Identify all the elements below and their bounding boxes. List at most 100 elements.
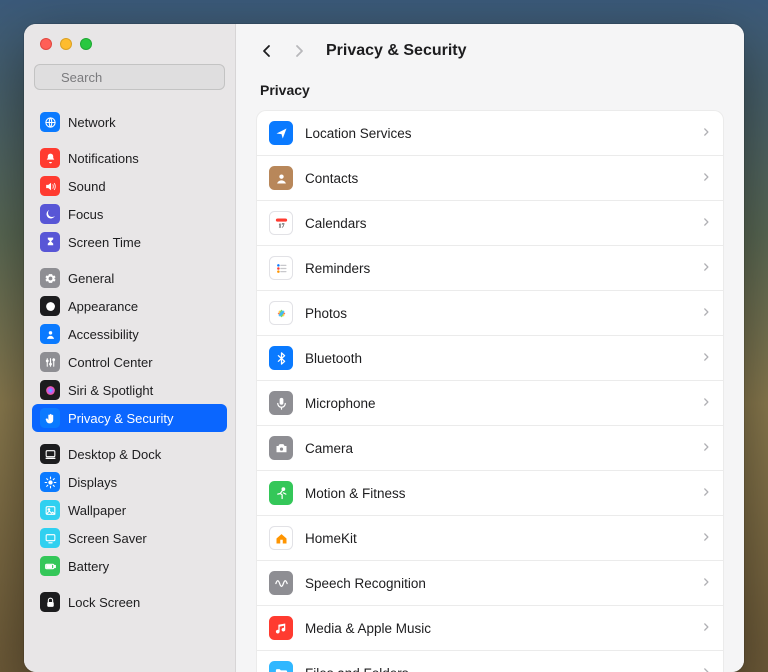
chevron-right-icon [701, 304, 711, 322]
reminders-icon [269, 256, 293, 280]
music-icon [269, 616, 293, 640]
home-icon [269, 526, 293, 550]
sidebar-item-control-center[interactable]: Control Center [32, 348, 227, 376]
sidebar-item-label: Focus [68, 207, 103, 222]
appearance-icon [40, 296, 60, 316]
privacy-row-location-services[interactable]: Location Services [257, 111, 723, 156]
sidebar-item-label: Desktop & Dock [68, 447, 161, 462]
lock-icon [40, 592, 60, 612]
contact-icon [269, 166, 293, 190]
row-label: Contacts [305, 171, 689, 186]
sidebar-item-appearance[interactable]: Appearance [32, 292, 227, 320]
siri-icon [40, 380, 60, 400]
chevron-right-icon [701, 349, 711, 367]
sidebar-item-focus[interactable]: Focus [32, 200, 227, 228]
sidebar-item-general[interactable]: General [32, 264, 227, 292]
sidebar-item-label: Sound [68, 179, 106, 194]
privacy-row-microphone[interactable]: Microphone [257, 381, 723, 426]
sidebar-item-siri[interactable]: Siri & Spotlight [32, 376, 227, 404]
sun-icon [40, 472, 60, 492]
row-label: Bluetooth [305, 351, 689, 366]
sidebar-item-sound[interactable]: Sound [32, 172, 227, 200]
chevron-right-icon [701, 664, 711, 672]
sidebar-item-label: Screen Time [68, 235, 141, 250]
sidebar-item-label: Accessibility [68, 327, 139, 342]
sidebar-item-label: Notifications [68, 151, 139, 166]
bell-icon [40, 148, 60, 168]
row-label: Photos [305, 306, 689, 321]
row-label: Speech Recognition [305, 576, 689, 591]
chevron-right-icon [701, 439, 711, 457]
battery-icon [40, 556, 60, 576]
sidebar-item-battery[interactable]: Battery [32, 552, 227, 580]
row-label: Media & Apple Music [305, 621, 689, 636]
nav-back-button[interactable] [256, 40, 278, 62]
sidebar-item-wallpaper[interactable]: Wallpaper [32, 496, 227, 524]
sidebar-item-desktop-dock[interactable]: Desktop & Dock [32, 440, 227, 468]
privacy-row-contacts[interactable]: Contacts [257, 156, 723, 201]
bluetooth-icon [269, 346, 293, 370]
nav-forward-button[interactable] [288, 40, 310, 62]
minimize-button[interactable] [60, 38, 72, 50]
mic-icon [269, 391, 293, 415]
row-label: Microphone [305, 396, 689, 411]
chevron-right-icon [701, 124, 711, 142]
photos-icon [269, 301, 293, 325]
chevron-right-icon [701, 259, 711, 277]
sidebar-item-notifications[interactable]: Notifications [32, 144, 227, 172]
row-label: Calendars [305, 216, 689, 231]
sidebar-item-label: Control Center [68, 355, 153, 370]
sidebar-item-label: Lock Screen [68, 595, 140, 610]
window-controls [24, 24, 235, 60]
arrow-location-icon [269, 121, 293, 145]
row-label: Reminders [305, 261, 689, 276]
svg-text:17: 17 [278, 222, 284, 229]
header: Privacy & Security [236, 24, 744, 74]
folder-icon [269, 661, 293, 672]
privacy-list: Location Services Contacts 17 Calendars Remi… [256, 110, 724, 672]
sidebar-item-displays[interactable]: Displays [32, 468, 227, 496]
search-wrap [24, 60, 235, 100]
sidebar-item-label: Siri & Spotlight [68, 383, 153, 398]
sidebar-item-label: General [68, 271, 114, 286]
privacy-row-speech-recognition[interactable]: Speech Recognition [257, 561, 723, 606]
privacy-row-camera[interactable]: Camera [257, 426, 723, 471]
gear-icon [40, 268, 60, 288]
page-title: Privacy & Security [326, 42, 467, 60]
privacy-row-reminders[interactable]: Reminders [257, 246, 723, 291]
sidebar-item-screen-saver[interactable]: Screen Saver [32, 524, 227, 552]
sidebar-item-label: Appearance [68, 299, 138, 314]
privacy-row-bluetooth[interactable]: Bluetooth [257, 336, 723, 381]
running-icon [269, 481, 293, 505]
picture-icon [40, 500, 60, 520]
zoom-button[interactable] [80, 38, 92, 50]
hand-icon [40, 408, 60, 428]
privacy-row-media-apple-music[interactable]: Media & Apple Music [257, 606, 723, 651]
search-input[interactable] [34, 64, 225, 90]
privacy-row-files-and-folders[interactable]: Files and Folders [257, 651, 723, 672]
section-title: Privacy [260, 82, 720, 98]
sidebar-item-privacy-security[interactable]: Privacy & Security [32, 404, 227, 432]
chevron-right-icon [701, 619, 711, 637]
dock-icon [40, 444, 60, 464]
sidebar-item-accessibility[interactable]: Accessibility [32, 320, 227, 348]
sidebar-item-label: Network [68, 115, 116, 130]
sidebar-item-network[interactable]: Network [32, 108, 227, 136]
privacy-row-motion-fitness[interactable]: Motion & Fitness [257, 471, 723, 516]
sidebar-item-lock-screen[interactable]: Lock Screen [32, 588, 227, 616]
camera-icon [269, 436, 293, 460]
privacy-row-homekit[interactable]: HomeKit [257, 516, 723, 561]
sliders-icon [40, 352, 60, 372]
content-body[interactable]: Privacy Location Services Contacts 17 Calen… [236, 74, 744, 672]
sidebar: Network Notifications Sound Focus Screen Tim… [24, 24, 236, 672]
chevron-right-icon [701, 574, 711, 592]
person-icon [40, 324, 60, 344]
chevron-right-icon [701, 214, 711, 232]
privacy-row-calendars[interactable]: 17 Calendars [257, 201, 723, 246]
close-button[interactable] [40, 38, 52, 50]
chevron-right-icon [701, 394, 711, 412]
privacy-row-photos[interactable]: Photos [257, 291, 723, 336]
sidebar-item-label: Screen Saver [68, 531, 147, 546]
row-label: Camera [305, 441, 689, 456]
sidebar-item-screen-time[interactable]: Screen Time [32, 228, 227, 256]
